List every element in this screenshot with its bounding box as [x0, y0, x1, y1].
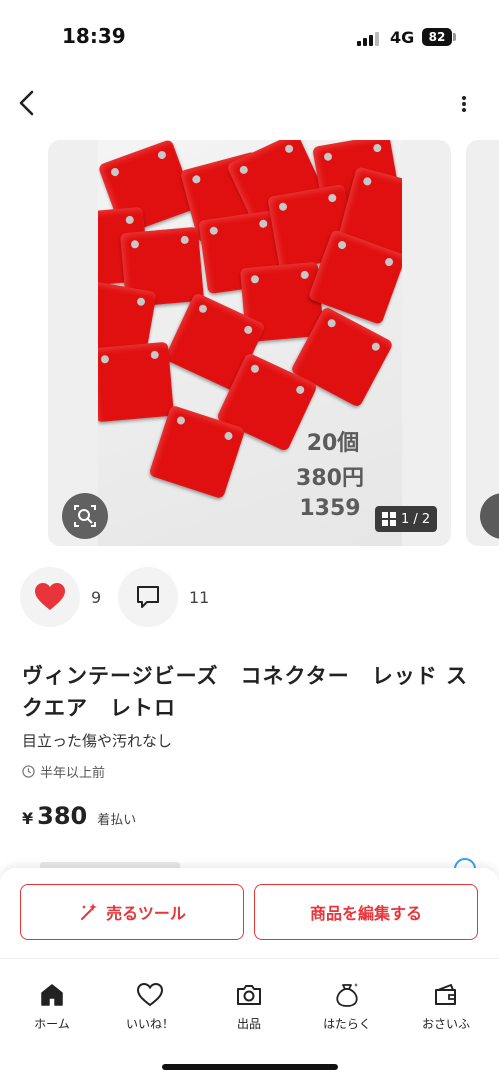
signal-icon [357, 30, 381, 46]
chevron-left-icon [19, 90, 34, 116]
more-vertical-icon [462, 96, 466, 100]
photo-text-id: 1359 [299, 496, 361, 521]
action-bar: 売るツール 商品を編集する [0, 868, 499, 958]
magic-wand-icon [81, 903, 98, 920]
status-time: 18:39 [62, 24, 126, 48]
tab-wallet[interactable]: おさいふ [406, 981, 486, 1032]
back-button[interactable] [12, 86, 42, 120]
sell-tools-button[interactable]: 売るツール [20, 884, 244, 940]
edit-item-button[interactable]: 商品を編集する [254, 884, 478, 940]
product-title: ヴィンテージビーズ コネクター レッド スクエア レトロ [22, 664, 468, 720]
heart-outline-icon [136, 982, 164, 1007]
comment-icon [137, 586, 159, 608]
like-count: 9 [91, 588, 102, 607]
battery-level: 82 [422, 28, 452, 46]
next-photo-peek[interactable] [466, 140, 499, 546]
tab-likes[interactable]: いいね！ [110, 981, 190, 1032]
grid-icon [382, 512, 396, 526]
tab-work-label: はたらく [323, 1017, 371, 1031]
battery-icon [453, 33, 456, 41]
photo-text-price: 380円 [296, 466, 364, 491]
comment-button[interactable] [118, 567, 178, 627]
tab-home-label: ホーム [34, 1017, 70, 1031]
more-button[interactable] [452, 88, 476, 120]
camera-icon [237, 985, 261, 1005]
image-search-icon [74, 505, 96, 527]
photo-text-quantity: 20個 [306, 431, 360, 456]
photo-counter: 1 / 2 [375, 506, 437, 532]
comment-count: 11 [189, 588, 210, 607]
money-bag-icon [336, 983, 358, 1007]
heart-icon [35, 583, 65, 610]
posted-time: 半年以上前 [22, 762, 105, 781]
tab-sell[interactable]: 出品 [209, 981, 289, 1032]
product-condition: 目立った傷や汚れなし [22, 732, 173, 750]
product-photo[interactable]: 20個 380円 1359 [48, 140, 451, 546]
price-currency: ¥ [22, 809, 34, 828]
image-search-button[interactable] [62, 493, 108, 539]
price-value: 380 [37, 802, 88, 830]
clock-icon [22, 765, 35, 778]
image-gallery[interactable]: 20個 380円 1359 [0, 140, 499, 546]
edit-item-label: 商品を編集する [309, 904, 422, 923]
price: ¥ 380 着払い [22, 802, 136, 830]
status-bar: 18:39 4G 82 [0, 0, 499, 70]
network-label: 4G [390, 28, 415, 47]
wallet-icon [435, 984, 456, 1005]
shipping-method: 着払い [97, 813, 137, 828]
product-photo-image: 20個 380円 1359 [98, 140, 402, 546]
tab-likes-label: いいね！ [125, 1017, 174, 1031]
like-button[interactable] [20, 567, 80, 627]
home-icon [41, 984, 63, 1006]
photo-counter-text: 1 / 2 [401, 511, 431, 527]
tab-home[interactable]: ホーム [12, 981, 92, 1032]
tab-work[interactable]: はたらく [307, 981, 387, 1032]
sell-tools-label: 売るツール [106, 904, 186, 923]
home-indicator [162, 1064, 338, 1070]
tab-sell-label: 出品 [236, 1017, 261, 1031]
tab-bar: ホーム いいね！ 出品 はたらく おさいふ [0, 958, 499, 1080]
posted-time-text: 半年以上前 [40, 766, 106, 781]
tab-wallet-label: おさいふ [421, 1017, 470, 1031]
